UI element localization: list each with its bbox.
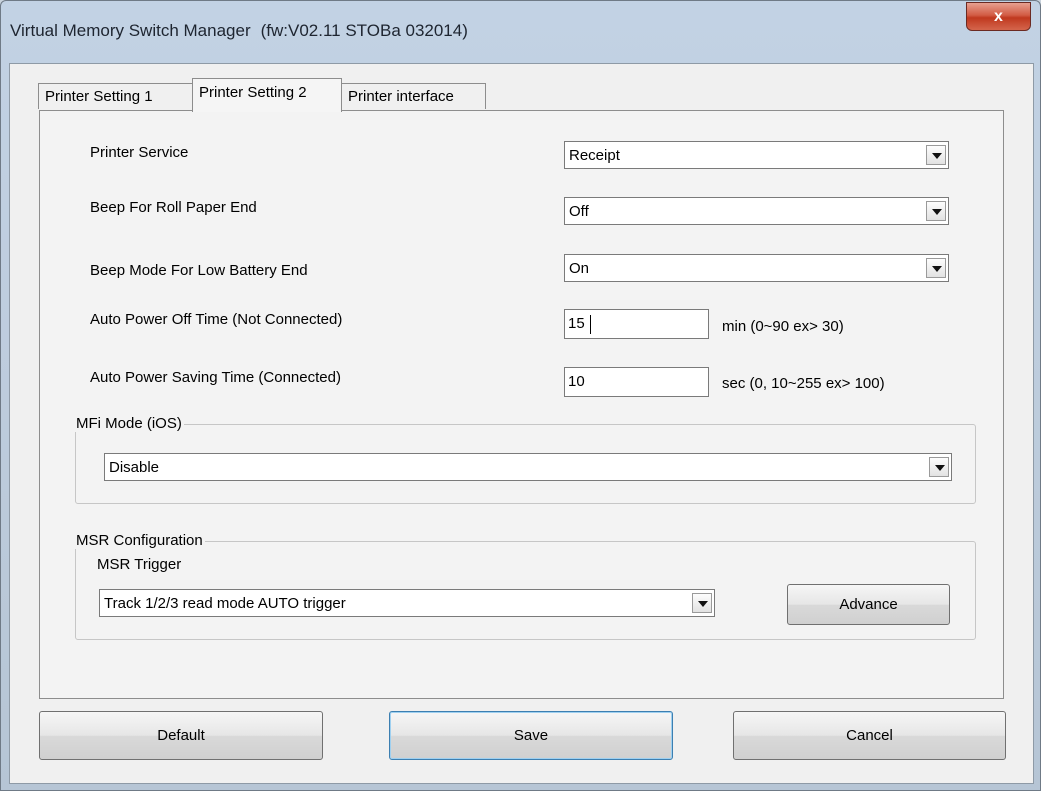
- auto-power-saving-input[interactable]: [564, 367, 709, 397]
- window-title-text: Virtual Memory Switch Manager: [10, 21, 251, 40]
- text-caret: [590, 315, 591, 334]
- advance-button[interactable]: Advance: [787, 584, 950, 625]
- beep-roll-paper-end-select[interactable]: Off: [564, 197, 949, 225]
- chevron-down-icon[interactable]: [929, 457, 949, 477]
- printer-service-label: Printer Service: [90, 144, 189, 161]
- msr-configuration-group: MSR Configuration MSR Trigger Track 1/2/…: [74, 532, 976, 640]
- title-bar[interactable]: Virtual Memory Switch Manager (fw:V02.11 …: [1, 1, 1040, 63]
- auto-power-off-hint: min (0~90 ex> 30): [722, 318, 844, 335]
- auto-power-saving-label: Auto Power Saving Time (Connected): [90, 369, 341, 386]
- msr-trigger-value: Track 1/2/3 read mode AUTO trigger: [104, 595, 346, 612]
- cancel-button[interactable]: Cancel: [733, 711, 1006, 760]
- printer-service-value: Receipt: [569, 147, 620, 164]
- mfi-mode-group-label: MFi Mode (iOS): [74, 415, 184, 432]
- auto-power-saving-field[interactable]: [568, 373, 688, 390]
- msr-trigger-select[interactable]: Track 1/2/3 read mode AUTO trigger: [99, 589, 715, 617]
- auto-power-saving-hint: sec (0, 10~255 ex> 100): [722, 375, 885, 392]
- save-button[interactable]: Save: [389, 711, 673, 760]
- tab-printer-setting-2[interactable]: Printer Setting 2: [192, 78, 342, 112]
- window-title: Virtual Memory Switch Manager (fw:V02.11 …: [10, 21, 468, 41]
- dialog-client-area: Printer Setting 1 Printer Setting 2 Prin…: [9, 63, 1034, 784]
- mfi-mode-value: Disable: [109, 459, 160, 476]
- msr-configuration-group-label: MSR Configuration: [74, 532, 205, 549]
- tab-panel-printer-setting-2: Printer Service Receipt Beep For Roll Pa…: [39, 110, 1004, 699]
- beep-roll-paper-end-value: Off: [569, 203, 589, 220]
- beep-low-battery-select[interactable]: On: [564, 254, 949, 282]
- auto-power-off-field[interactable]: [568, 315, 688, 332]
- close-button[interactable]: x: [966, 2, 1031, 31]
- chevron-down-icon[interactable]: [926, 145, 946, 165]
- chevron-down-icon[interactable]: [926, 201, 946, 221]
- tab-label: Printer Setting 1: [45, 88, 153, 105]
- tab-printer-setting-1[interactable]: Printer Setting 1: [38, 83, 194, 109]
- firmware-version: (fw:V02.11 STOBa 032014): [260, 21, 468, 40]
- mfi-mode-group: MFi Mode (iOS) Disable: [74, 415, 976, 504]
- tab-label: Printer Setting 2: [199, 84, 307, 101]
- mfi-mode-select[interactable]: Disable: [104, 453, 952, 481]
- auto-power-off-input[interactable]: [564, 309, 709, 339]
- default-button[interactable]: Default: [39, 711, 323, 760]
- beep-low-battery-value: On: [569, 260, 590, 277]
- close-icon: x: [994, 8, 1003, 25]
- dialog-window: Virtual Memory Switch Manager (fw:V02.11 …: [0, 0, 1041, 791]
- chevron-down-icon[interactable]: [926, 258, 946, 278]
- chevron-down-icon[interactable]: [692, 593, 712, 613]
- beep-low-battery-label: Beep Mode For Low Battery End: [90, 262, 308, 279]
- beep-roll-paper-end-label: Beep For Roll Paper End: [90, 199, 257, 216]
- auto-power-off-label: Auto Power Off Time (Not Connected): [90, 311, 343, 328]
- msr-trigger-label: MSR Trigger: [97, 556, 182, 573]
- tab-label: Printer interface: [348, 88, 454, 105]
- printer-service-select[interactable]: Receipt: [564, 141, 949, 169]
- tab-printer-interface[interactable]: Printer interface: [341, 83, 486, 109]
